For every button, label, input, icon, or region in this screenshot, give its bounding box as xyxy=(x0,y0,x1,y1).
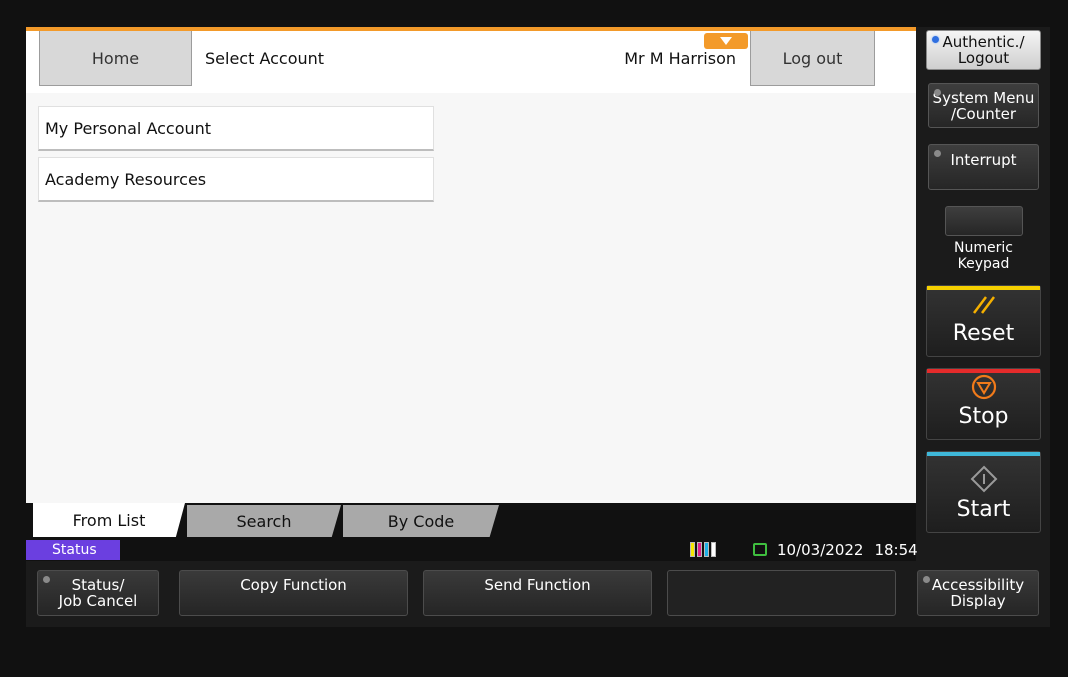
led-indicator-icon xyxy=(43,576,50,583)
date-time: 10/03/2022 18:54 xyxy=(777,540,918,560)
toner-level-icon xyxy=(690,542,716,557)
header-bar: Home Select Account Mr M Harrison Log ou… xyxy=(26,31,916,93)
account-item-personal[interactable]: My Personal Account xyxy=(38,106,434,151)
send-function-label: Send Function xyxy=(484,576,591,594)
page-title: Select Account xyxy=(205,49,325,68)
time-text: 18:54 xyxy=(874,541,918,559)
accessibility-display-key[interactable]: Accessibility Display xyxy=(917,570,1039,616)
blank-function-key[interactable] xyxy=(667,570,896,616)
reset-slash-icon xyxy=(972,296,995,314)
home-button[interactable]: Home xyxy=(39,31,192,86)
start-color-bar xyxy=(927,452,1040,456)
led-indicator-icon xyxy=(934,150,941,157)
system-menu-key[interactable]: System Menu /Counter xyxy=(928,83,1039,128)
reset-color-bar xyxy=(927,286,1040,290)
interrupt-key[interactable]: Interrupt xyxy=(928,144,1039,190)
date-text: 10/03/2022 xyxy=(777,541,864,559)
accessibility-display-label: Accessibility Display xyxy=(931,576,1025,610)
reset-key[interactable]: Reset xyxy=(926,285,1041,357)
led-indicator-icon xyxy=(934,89,941,96)
numeric-keypad-label: Numeric Keypad xyxy=(954,240,1013,272)
system-menu-label: System Menu /Counter xyxy=(932,88,1035,123)
copy-function-key[interactable]: Copy Function xyxy=(179,570,408,616)
account-list: My Personal Account Academy Resources xyxy=(38,106,434,208)
status-job-cancel-label: Status/ Job Cancel xyxy=(58,576,138,610)
tab-from-list[interactable]: From List xyxy=(33,503,185,537)
stop-key[interactable]: Stop xyxy=(926,368,1041,440)
logout-button[interactable]: Log out xyxy=(750,31,875,86)
numeric-keypad-key[interactable] xyxy=(945,206,1023,236)
account-item-academy[interactable]: Academy Resources xyxy=(38,157,434,202)
network-status-icon xyxy=(753,543,767,556)
reset-label: Reset xyxy=(952,321,1015,346)
led-indicator-icon xyxy=(932,36,939,43)
stop-icon xyxy=(971,374,996,400)
tab-by-code[interactable]: By Code xyxy=(343,505,499,537)
send-function-key[interactable]: Send Function xyxy=(423,570,652,616)
stop-color-bar xyxy=(927,369,1040,373)
status-job-cancel-key[interactable]: Status/ Job Cancel xyxy=(37,570,159,616)
tab-bar: From List Search By Code Status 10/03/20… xyxy=(26,503,918,561)
start-label: Start xyxy=(956,497,1011,522)
user-name[interactable]: Mr M Harrison xyxy=(624,31,736,86)
status-button[interactable]: Status xyxy=(26,540,120,560)
start-key[interactable]: Start xyxy=(926,451,1041,533)
copy-function-label: Copy Function xyxy=(240,576,347,594)
led-indicator-icon xyxy=(923,576,930,583)
touch-screen: Home Select Account Mr M Harrison Log ou… xyxy=(26,27,918,561)
tab-search[interactable]: Search xyxy=(187,505,341,537)
interrupt-label: Interrupt xyxy=(950,151,1017,169)
start-icon xyxy=(970,465,997,493)
auth-logout-label: Authentic./ Logout xyxy=(942,33,1025,67)
authentication-logout-key[interactable]: Authentic./ Logout xyxy=(926,30,1041,70)
stop-label: Stop xyxy=(958,404,1009,429)
